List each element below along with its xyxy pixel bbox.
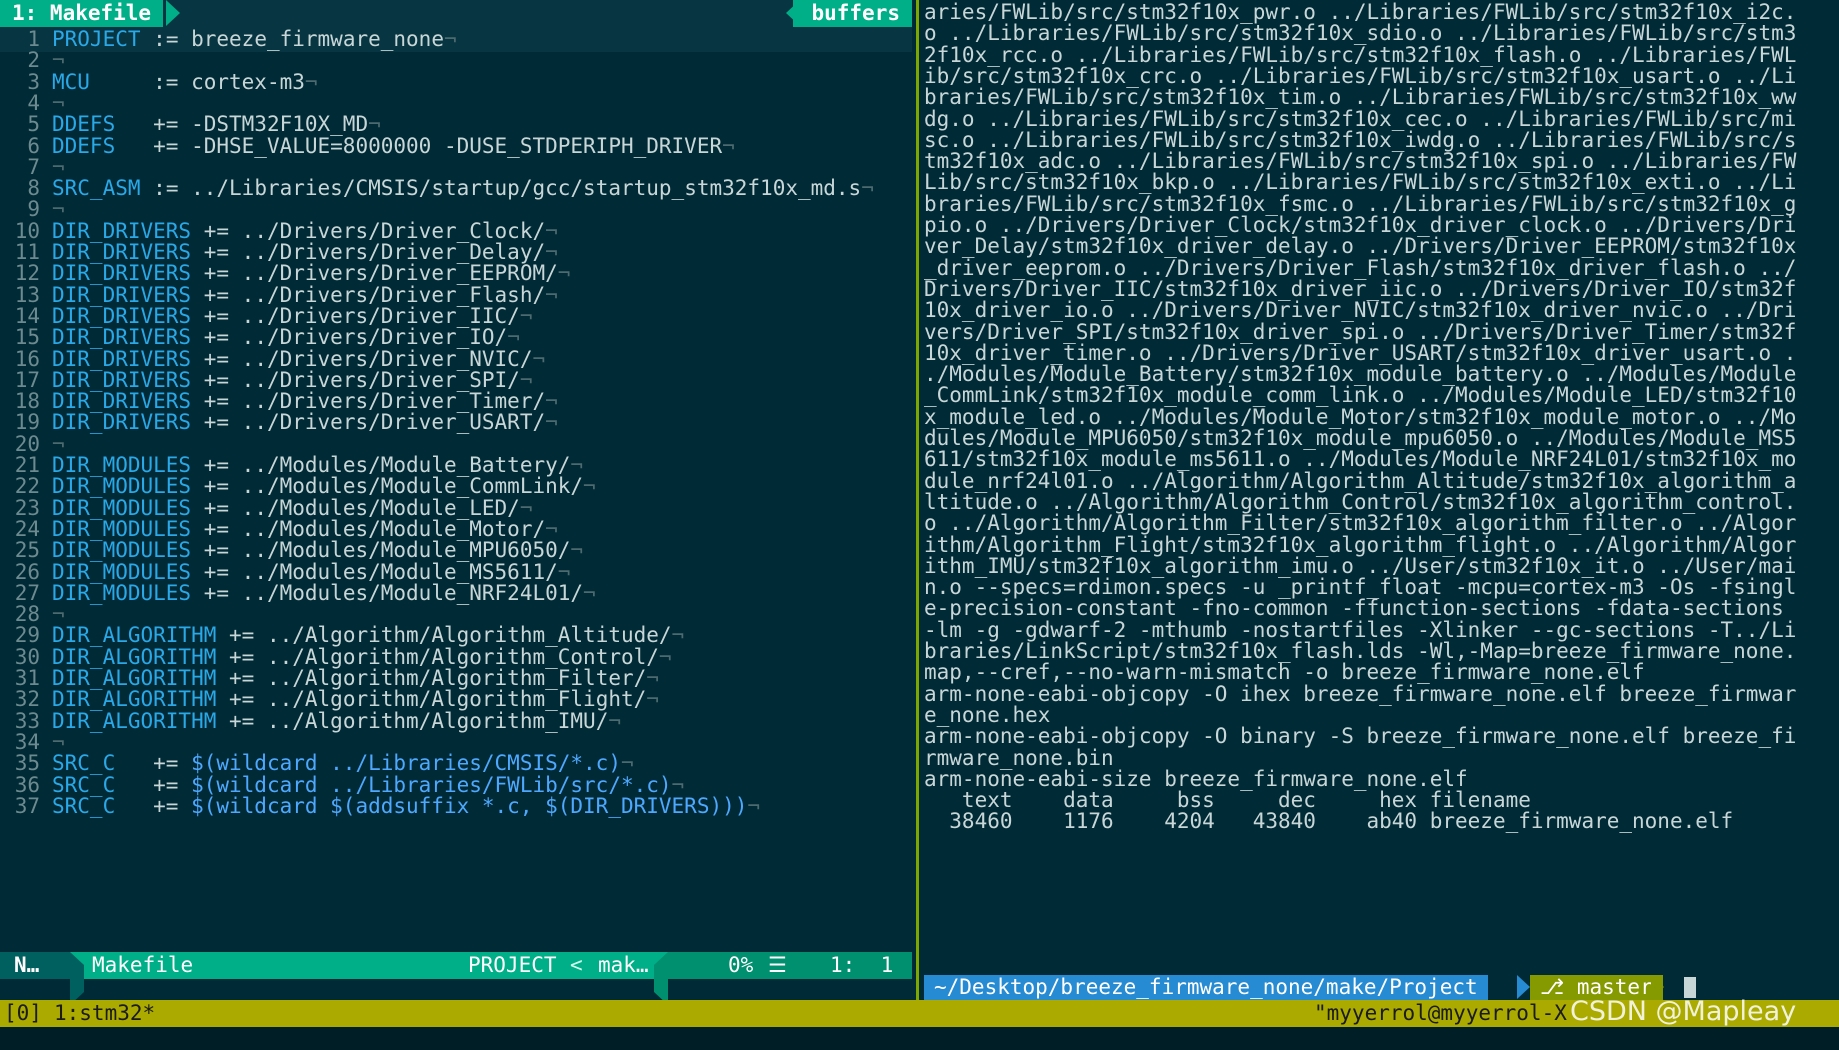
- variable-name: DDEFS: [52, 112, 116, 136]
- mode-arrow-icon: [70, 952, 84, 1000]
- pane-divider[interactable]: [916, 0, 919, 1000]
- code-text: DIR_DRIVERS += ../Drivers/Driver_EEPROM/…: [40, 261, 570, 285]
- eol-marker-icon: ¬: [747, 794, 761, 818]
- variable-name: DIR_ALGORITHM: [52, 623, 217, 647]
- assignment-operator: +=: [203, 538, 242, 562]
- assignment-value: ../Drivers/Driver_EEPROM/: [241, 261, 558, 285]
- code-text: DIR_MODULES += ../Modules/Module_CommLin…: [40, 474, 596, 498]
- assignment-value: ../Algorithm/Algorithm_Altitude/: [266, 623, 672, 647]
- vim-pane[interactable]: 1: Makefile buffers 1 PROJECT := breeze_f…: [0, 0, 912, 1000]
- assignment-operator: +=: [229, 687, 267, 711]
- tmux-statusbar: [0] 1:stm32* "myyerrol@myyerrol-X: [0, 1000, 1839, 1027]
- assignment-operator: +=: [153, 751, 192, 775]
- assignment-operator: +=: [153, 794, 192, 818]
- vim-tabline: 1: Makefile buffers: [0, 0, 912, 27]
- line-number-icon: ☰: [768, 953, 787, 977]
- tmux-session[interactable]: [0]: [4, 1000, 42, 1027]
- prompt-path: ~/Desktop/breeze_firmware_none/make/Proj…: [924, 975, 1488, 1000]
- buffers-label[interactable]: buffers: [793, 0, 912, 27]
- code-padding: [191, 474, 204, 498]
- variable-name: SRC_C: [52, 794, 116, 818]
- eol-marker-icon: ¬: [368, 112, 381, 136]
- eol-marker-icon: ¬: [545, 410, 558, 434]
- eol-marker-icon: ¬: [620, 751, 634, 775]
- terminal-pane[interactable]: aries/FWLib/src/stm32f10x_pwr.o ../Libra…: [924, 0, 1839, 1000]
- eol-marker-icon: ¬: [507, 325, 520, 349]
- variable-name: DIR_ALGORITHM: [52, 687, 217, 711]
- code-padding: [191, 538, 204, 562]
- git-branch-icon: ⎇: [1540, 975, 1565, 999]
- eol-marker-icon: ¬: [583, 474, 596, 498]
- code-text: SRC_C += $(wildcard $(addsuffix *.c, $(D…: [40, 794, 760, 818]
- variable-name: DIR_MODULES: [52, 538, 192, 562]
- assignment-value: $(wildcard ../Libraries/CMSIS/*.c): [191, 751, 621, 775]
- assignment-operator: +=: [229, 623, 267, 647]
- assignment-operator: +=: [203, 410, 242, 434]
- code-text: ¬: [40, 197, 65, 221]
- code-text: DDEFS += -DSTM32F10X_MD¬: [40, 112, 381, 136]
- line-number: 37: [14, 794, 40, 818]
- variable-name: SRC_C: [52, 751, 116, 775]
- assignment-value: -DSTM32F10X_MD: [191, 112, 369, 136]
- assignment-operator: +=: [203, 325, 242, 349]
- code-padding: [191, 325, 204, 349]
- assignment-value: ../Algorithm/Algorithm_Flight/: [266, 687, 647, 711]
- status-separator-icon: <: [570, 953, 583, 977]
- variable-name: DIR_DRIVERS: [52, 325, 192, 349]
- assignment-value: $(wildcard $(addsuffix *.c, $(DIR_DRIVER…: [191, 794, 748, 818]
- code-padding: [191, 261, 204, 285]
- code-padding: [216, 687, 229, 711]
- vim-statusline: N… Makefile PROJECT < mak… 0% ☰ 1: 1: [0, 952, 912, 1000]
- assignment-value: ../Modules/Module_MPU6050/: [241, 538, 571, 562]
- code-text: DIR_ALGORITHM += ../Algorithm/Algorithm_…: [40, 687, 659, 711]
- tmux-window-tab[interactable]: 1:stm32*: [54, 1000, 155, 1027]
- assignment-operator: +=: [153, 112, 192, 136]
- assignment-operator: +=: [203, 474, 242, 498]
- code-text: DIR_DRIVERS += ../Drivers/Driver_USART/¬: [40, 410, 558, 434]
- assignment-value: ../Drivers/Driver_IO/: [241, 325, 508, 349]
- eol-marker-icon: ¬: [557, 261, 571, 285]
- status-percent: 0%: [728, 953, 754, 977]
- tab-makefile[interactable]: 1: Makefile: [0, 0, 164, 27]
- bottom-strip: [0, 1027, 1839, 1050]
- eol-marker-icon: ¬: [570, 538, 584, 562]
- eol-marker-icon: ¬: [52, 48, 65, 72]
- code-line[interactable]: 37 SRC_C += $(wildcard $(addsuffix *.c, $…: [0, 794, 912, 819]
- code-text: SRC_C += $(wildcard ../Libraries/CMSIS/*…: [40, 751, 634, 775]
- code-editor[interactable]: 1 PROJECT := breeze_firmware_none¬ 2 ¬ 3 MCU …: [0, 27, 912, 952]
- assignment-value: ../Modules/Module_CommLink/: [241, 474, 584, 498]
- code-padding: [115, 112, 153, 136]
- status-right-arrow-icon: [654, 952, 668, 1000]
- terminal-cursor: [1684, 977, 1696, 998]
- prompt-arrow-icon: [1517, 975, 1530, 999]
- eol-marker-icon: ¬: [52, 197, 65, 221]
- tmux-host-title: "myyerrol@myyerrol-X: [1314, 1001, 1567, 1025]
- variable-name: DIR_DRIVERS: [52, 261, 192, 285]
- terminal-output-line: 38460 1176 4204 43840 ab40 breeze_firmwa…: [924, 809, 1734, 833]
- vim-mode-indicator: N…: [0, 952, 70, 979]
- tab-arrow-icon: [166, 0, 180, 26]
- code-padding: [115, 751, 153, 775]
- code-text: ¬: [40, 48, 65, 72]
- watermark: CSDN @Mapleay: [1570, 996, 1797, 1027]
- code-text: DIR_ALGORITHM += ../Algorithm/Algorithm_…: [40, 623, 684, 647]
- status-filename: Makefile: [92, 953, 194, 977]
- code-padding: [115, 794, 153, 818]
- assignment-value: ../Drivers/Driver_USART/: [241, 410, 546, 434]
- eol-marker-icon: ¬: [646, 687, 659, 711]
- eol-marker-icon: ¬: [671, 623, 685, 647]
- code-padding: [216, 623, 229, 647]
- code-text: DIR_DRIVERS += ../Drivers/Driver_IO/¬: [40, 325, 520, 349]
- variable-name: DIR_MODULES: [52, 474, 192, 498]
- code-text: DIR_MODULES += ../Modules/Module_MPU6050…: [40, 538, 583, 562]
- code-padding: [191, 410, 204, 434]
- status-cursor-position: 1: 1: [830, 953, 894, 977]
- variable-name: DIR_DRIVERS: [52, 410, 192, 434]
- status-filetype: mak…: [598, 953, 649, 977]
- status-current-tag: PROJECT: [468, 953, 557, 977]
- assignment-operator: +=: [203, 261, 242, 285]
